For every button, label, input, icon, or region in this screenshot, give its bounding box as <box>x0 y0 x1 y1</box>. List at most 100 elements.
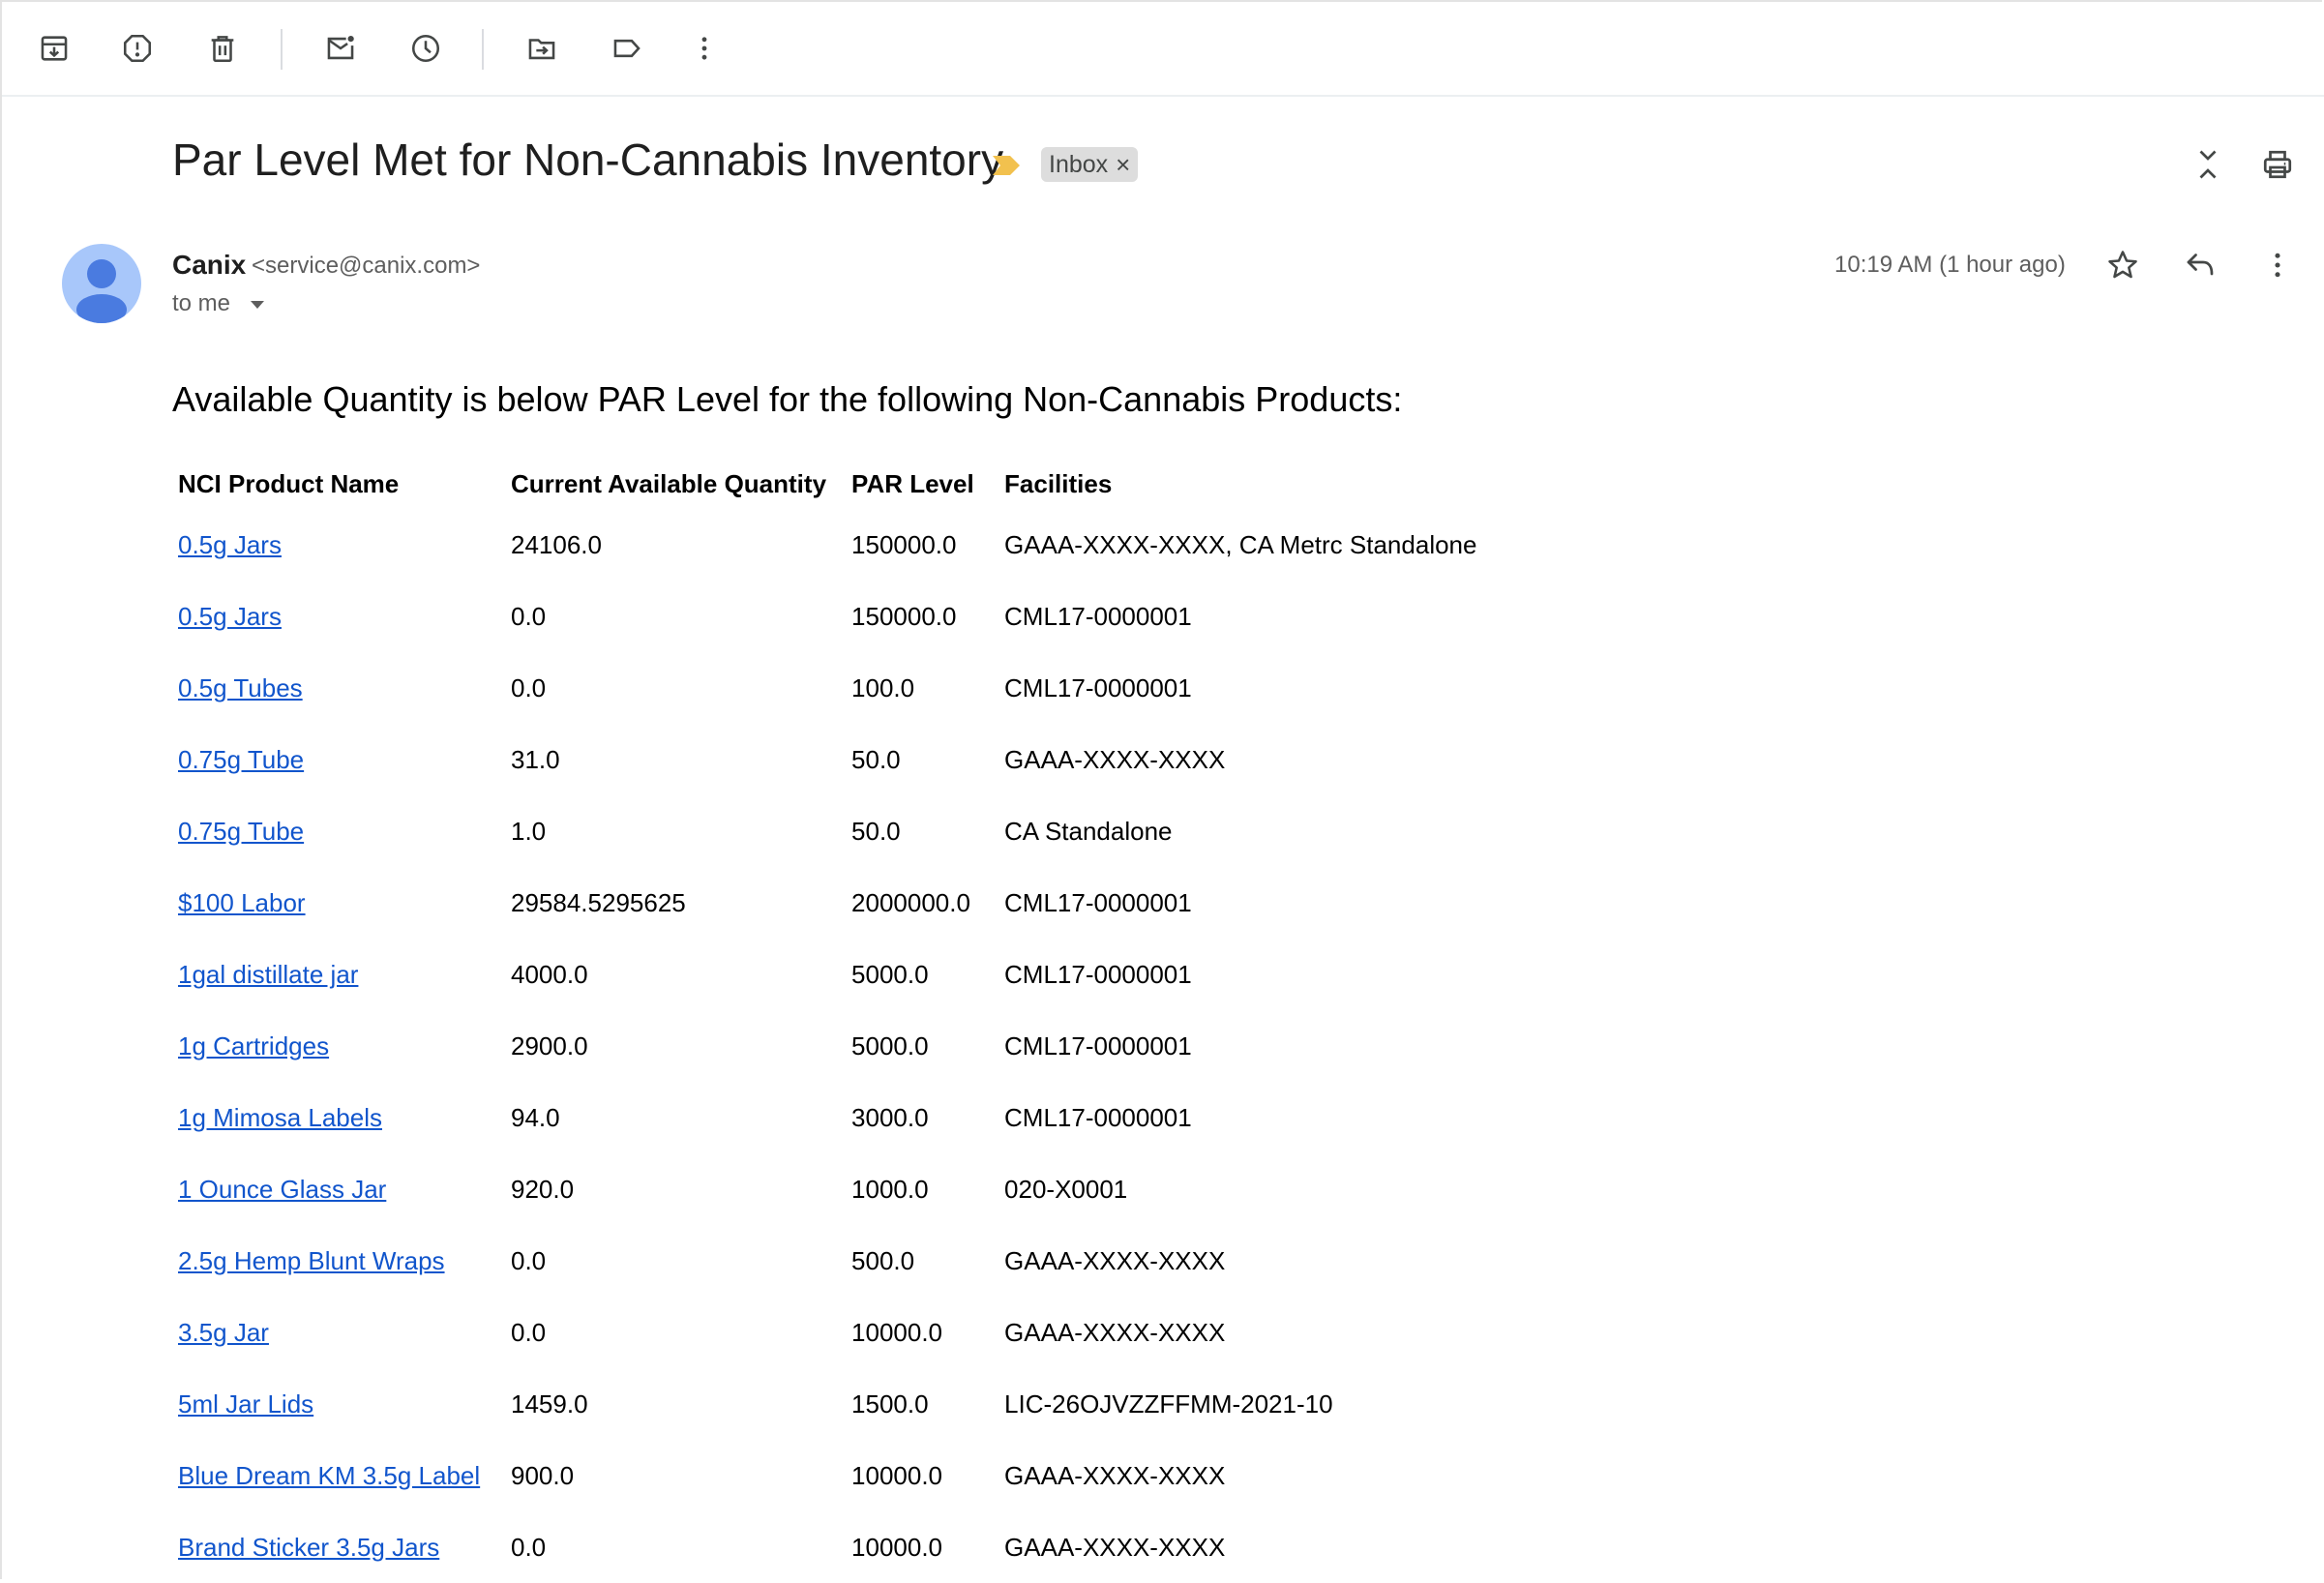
par-level-cell: 150000.0 <box>851 529 957 559</box>
snooze-button[interactable] <box>404 27 447 70</box>
product-link[interactable]: 1g Cartridges <box>178 1031 329 1060</box>
more-vert-icon <box>701 37 707 60</box>
table-row: 2.5g Hemp Blunt Wraps 0.0 500.0 GAAA-XXX… <box>178 1225 1496 1297</box>
facilities-cell: CML17-0000001 <box>1004 601 1192 631</box>
more-options-button[interactable] <box>683 27 726 70</box>
archive-icon <box>41 36 68 61</box>
par-level-cell: 10000.0 <box>851 1460 943 1490</box>
quantity-cell: 4000.0 <box>511 959 588 989</box>
label-icon <box>613 39 641 58</box>
sender-name[interactable]: Canix <box>172 250 246 281</box>
column-header-product: NCI Product Name <box>178 468 400 498</box>
product-link[interactable]: 5ml Jar Lids <box>178 1389 313 1419</box>
column-header-facilities: Facilities <box>1004 468 1113 498</box>
quantity-cell: 24106.0 <box>511 529 602 559</box>
table-body: 0.5g Jars 24106.0 150000.0 GAAA-XXXX-XXX… <box>178 509 1496 1583</box>
column-header-quantity: Current Available Quantity <box>511 468 827 498</box>
table-row: 0.75g Tube 31.0 50.0 GAAA-XXXX-XXXX <box>178 724 1496 795</box>
person-icon <box>76 259 127 323</box>
par-level-cell: 150000.0 <box>851 601 957 631</box>
product-link[interactable]: Brand Sticker 3.5g Jars <box>178 1533 439 1562</box>
label-chip-text: Inbox <box>1049 150 1109 178</box>
facilities-cell: GAAA-XXXX-XXXX <box>1004 1317 1226 1347</box>
table-row: 0.5g Jars 24106.0 150000.0 GAAA-XXXX-XXX… <box>178 509 1496 581</box>
product-cell: 0.5g Tubes <box>178 652 505 724</box>
table-header-row: NCI Product Name Current Available Quant… <box>178 459 1496 509</box>
star-icon <box>2108 251 2137 279</box>
quantity-cell: 0.0 <box>511 672 547 702</box>
print-icon <box>2263 150 2292 179</box>
par-level-cell: 50.0 <box>851 744 901 774</box>
table-row: $100 Labor 29584.5295625 2000000.0 CML17… <box>178 867 1496 939</box>
table-row: 1g Cartridges 2900.0 5000.0 CML17-000000… <box>178 1010 1496 1082</box>
product-link[interactable]: 0.75g Tube <box>178 817 304 846</box>
quantity-cell: 0.0 <box>511 1317 547 1347</box>
sender-avatar[interactable] <box>62 244 141 323</box>
column-header-par-level: PAR Level <box>851 468 974 498</box>
par-level-cell: 10000.0 <box>851 1317 943 1347</box>
message-more-button[interactable] <box>2256 244 2299 286</box>
product-link[interactable]: $100 Labor <box>178 888 306 917</box>
table-row: 0.5g Tubes 0.0 100.0 CML17-0000001 <box>178 652 1496 724</box>
table-row: 1gal distillate jar 4000.0 5000.0 CML17-… <box>178 939 1496 1010</box>
quantity-cell: 31.0 <box>511 744 560 774</box>
facilities-cell: CML17-0000001 <box>1004 1030 1192 1060</box>
remove-label-button[interactable]: × <box>1116 152 1130 177</box>
par-level-cell: 3000.0 <box>851 1102 929 1132</box>
email-subject: Par Level Met for Non-Cannabis Inventory <box>172 134 1004 185</box>
toolbar-divider <box>482 29 484 70</box>
more-vert-icon <box>2275 253 2280 278</box>
snooze-icon <box>411 34 440 63</box>
product-link[interactable]: 3.5g Jar <box>178 1318 269 1347</box>
product-cell: 1g Cartridges <box>178 1010 505 1082</box>
product-cell: Blue Dream KM 3.5g Label <box>178 1440 505 1511</box>
recipient-text: to me <box>172 290 231 316</box>
mark-unread-button[interactable] <box>319 27 362 70</box>
product-cell: 5ml Jar Lids <box>178 1368 505 1440</box>
product-link[interactable]: 0.5g Jars <box>178 602 282 631</box>
table-row: 0.5g Jars 0.0 150000.0 CML17-0000001 <box>178 581 1496 652</box>
label-button[interactable] <box>606 27 648 70</box>
unfold-less-icon <box>2199 150 2217 179</box>
delete-button[interactable] <box>201 27 244 70</box>
star-button[interactable] <box>2101 244 2144 286</box>
product-link[interactable]: 1 Ounce Glass Jar <box>178 1175 386 1204</box>
quantity-cell: 29584.5295625 <box>511 887 686 917</box>
facilities-cell: GAAA-XXXX-XXXX <box>1004 1460 1226 1490</box>
move-to-button[interactable] <box>521 27 563 70</box>
product-link[interactable]: 1g Mimosa Labels <box>178 1103 382 1132</box>
message-toolbar <box>2 2 2324 97</box>
par-level-cell: 10000.0 <box>851 1532 943 1562</box>
collapse-all-button[interactable] <box>2187 143 2229 186</box>
product-cell: $100 Labor <box>178 867 505 939</box>
facilities-cell: 020-X0001 <box>1004 1174 1128 1204</box>
par-level-table: NCI Product Name Current Available Quant… <box>172 459 1502 1583</box>
mark-unread-icon <box>327 35 354 60</box>
importance-marker-icon[interactable] <box>991 153 1022 178</box>
table-row: 1g Mimosa Labels 94.0 3000.0 CML17-00000… <box>178 1082 1496 1153</box>
product-cell: 0.75g Tube <box>178 795 505 867</box>
quantity-cell: 920.0 <box>511 1174 575 1204</box>
table-row: 0.75g Tube 1.0 50.0 CA Standalone <box>178 795 1496 867</box>
product-link[interactable]: 0.75g Tube <box>178 745 304 774</box>
facilities-cell: LIC-26OJVZZFFMM-2021-10 <box>1004 1389 1333 1419</box>
report-spam-button[interactable] <box>116 27 159 70</box>
product-link[interactable]: 2.5g Hemp Blunt Wraps <box>178 1246 445 1275</box>
archive-button[interactable] <box>33 27 75 70</box>
facilities-cell: GAAA-XXXX-XXXX, CA Metrc Standalone <box>1004 529 1477 559</box>
table-row: 3.5g Jar 0.0 10000.0 GAAA-XXXX-XXXX <box>178 1297 1496 1368</box>
product-link[interactable]: Blue Dream KM 3.5g Label <box>178 1461 480 1490</box>
reply-icon <box>2187 254 2214 276</box>
par-level-cell: 1000.0 <box>851 1174 929 1204</box>
reply-button[interactable] <box>2179 244 2221 286</box>
facilities-cell: CA Standalone <box>1004 816 1173 846</box>
email-intro-text: Available Quantity is below PAR Level fo… <box>172 379 1403 419</box>
recipient-details-toggle[interactable]: to me <box>172 290 266 317</box>
product-cell: 0.5g Jars <box>178 509 505 581</box>
product-link[interactable]: 0.5g Jars <box>178 530 282 559</box>
product-link[interactable]: 1gal distillate jar <box>178 960 358 989</box>
delete-icon <box>211 36 234 63</box>
product-link[interactable]: 0.5g Tubes <box>178 673 303 702</box>
par-level-cell: 50.0 <box>851 816 901 846</box>
print-button[interactable] <box>2256 143 2299 186</box>
